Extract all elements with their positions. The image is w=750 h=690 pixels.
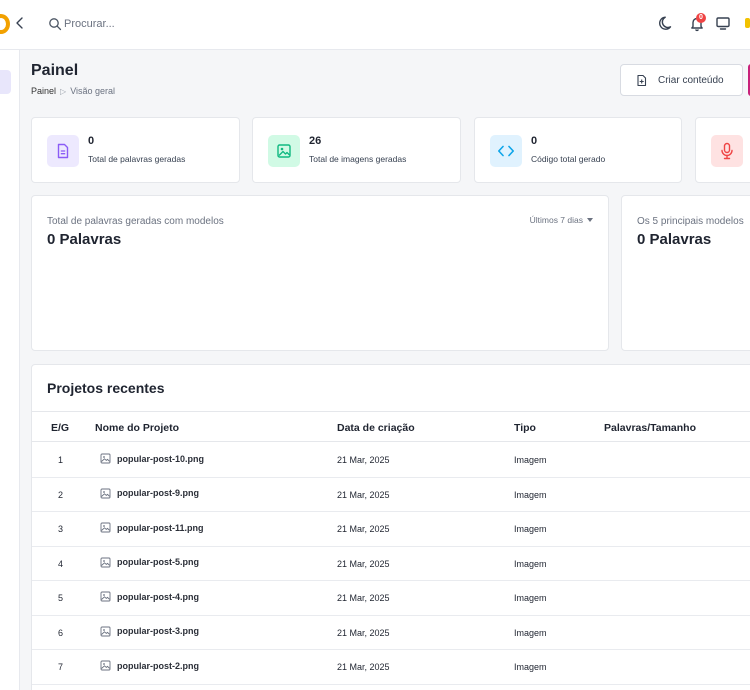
column-header-date: Data de criação xyxy=(337,422,415,434)
column-header-name: Nome do Projeto xyxy=(95,422,180,434)
panel-subtitle: Total de palavras geradas com modelos xyxy=(47,216,224,227)
project-name-label: popular-post-9.png xyxy=(117,488,199,498)
column-header-number: E/G xyxy=(51,422,70,434)
panel-value: 0 Palavras xyxy=(47,231,122,248)
breadcrumb-separator-icon: ▷ xyxy=(60,86,67,96)
recent-projects-table: Projetos recentes E/G Nome do Projeto Da… xyxy=(31,364,750,690)
notification-badge: 0 xyxy=(696,13,706,23)
logo-icon xyxy=(0,14,10,34)
image-icon xyxy=(100,660,111,671)
table-row[interactable]: 1 popular-post-10.png 21 Mar, 2025 Image… xyxy=(32,443,750,478)
row-number: 4 xyxy=(58,558,64,569)
created-date: 21 Mar, 2025 xyxy=(337,593,390,603)
column-header-type: Tipo xyxy=(514,422,536,434)
caret-down-icon xyxy=(587,218,593,222)
stat-card-speech xyxy=(695,117,750,183)
image-icon xyxy=(100,522,111,533)
top-bar: 0 xyxy=(0,0,750,50)
project-name-label: popular-post-4.png xyxy=(117,591,199,602)
row-number: 1 xyxy=(58,455,64,465)
created-date: 21 Mar, 2025 xyxy=(337,662,390,672)
created-date: 21 Mar, 2025 xyxy=(337,627,390,638)
created-date: 21 Mar, 2025 xyxy=(337,558,390,569)
create-content-button[interactable]: Criar conteúdo xyxy=(620,64,743,96)
project-type: Imagem xyxy=(514,489,547,500)
row-number: 6 xyxy=(58,627,64,638)
date-range-select[interactable]: Últimos 7 dias xyxy=(530,215,593,225)
code-icon xyxy=(490,135,522,167)
stat-card-words: 0 Total de palavras geradas xyxy=(31,117,240,183)
table-row[interactable]: 6 popular-post-3.png 21 Mar, 2025 Imagem xyxy=(32,616,750,650)
panel-value: 0 Palavras xyxy=(637,231,712,248)
image-icon xyxy=(268,135,300,167)
project-name-label: popular-post-5.png xyxy=(117,557,199,567)
stat-value: 26 xyxy=(309,135,322,147)
image-icon xyxy=(100,453,111,464)
project-name[interactable]: popular-post-9.png xyxy=(100,488,199,499)
stat-card-code: 0 Código total gerado xyxy=(474,117,682,183)
table-row[interactable]: 3 popular-post-11.png 21 Mar, 2025 Image… xyxy=(32,512,750,547)
stat-value: 0 xyxy=(88,135,95,147)
monitor-icon[interactable] xyxy=(714,14,732,32)
project-name[interactable]: popular-post-11.png xyxy=(100,522,204,533)
microphone-icon xyxy=(711,135,743,167)
created-date: 21 Mar, 2025 xyxy=(337,455,390,465)
table-row[interactable]: 7 popular-post-2.png 21 Mar, 2025 Imagem xyxy=(32,650,750,685)
chevron-left-icon[interactable] xyxy=(14,16,26,30)
table-row[interactable]: 4 popular-post-5.png 21 Mar, 2025 Imagem xyxy=(32,547,750,581)
row-number: 5 xyxy=(58,593,64,603)
project-type: Imagem xyxy=(514,558,547,569)
project-type: Imagem xyxy=(514,662,547,672)
sidebar xyxy=(0,50,20,690)
project-type: Imagem xyxy=(514,627,547,638)
stat-label: Total de imagens geradas xyxy=(309,154,407,164)
panel-subtitle: Os 5 principais modelos xyxy=(637,216,744,227)
project-type: Imagem xyxy=(514,455,547,465)
project-type: Imagem xyxy=(514,524,547,534)
stat-label: Total de palavras geradas xyxy=(88,154,186,164)
moon-icon[interactable] xyxy=(658,14,676,32)
row-number: 7 xyxy=(58,662,64,672)
created-date: 21 Mar, 2025 xyxy=(337,489,390,500)
row-number: 2 xyxy=(58,489,64,500)
search-input[interactable] xyxy=(64,12,304,36)
search-icon xyxy=(49,18,62,31)
project-name-label: popular-post-11.png xyxy=(117,522,204,533)
project-type: Imagem xyxy=(514,593,547,603)
words-chart-panel: Total de palavras geradas com modelos 0 … xyxy=(31,195,609,351)
file-plus-icon xyxy=(637,74,647,86)
profile-icon[interactable] xyxy=(745,18,750,28)
stat-card-images: 26 Total de imagens geradas xyxy=(252,117,461,183)
breadcrumb: Painel ▷ Visão geral xyxy=(31,86,115,96)
table-row[interactable]: 5 popular-post-4.png 21 Mar, 2025 Imagem xyxy=(32,581,750,616)
image-icon xyxy=(100,557,111,567)
sidebar-item-dashboard[interactable] xyxy=(0,70,11,94)
page-title: Painel xyxy=(31,62,79,79)
stat-value: 0 xyxy=(531,135,538,147)
breadcrumb-item-current: Visão geral xyxy=(70,86,116,96)
project-name[interactable]: popular-post-2.png xyxy=(100,660,199,671)
project-name[interactable]: popular-post-10.png xyxy=(100,453,204,464)
table-row[interactable]: 2 popular-post-9.png 21 Mar, 2025 Imagem xyxy=(32,478,750,512)
project-name[interactable]: popular-post-4.png xyxy=(100,591,199,602)
breadcrumb-item-home[interactable]: Painel xyxy=(31,86,56,96)
top-models-panel: Os 5 principais modelos 0 Palavras xyxy=(621,195,750,351)
project-name[interactable]: popular-post-3.png xyxy=(100,626,199,637)
created-date: 21 Mar, 2025 xyxy=(337,524,390,534)
project-name[interactable]: popular-post-5.png xyxy=(100,557,199,568)
image-icon xyxy=(100,488,111,498)
section-title: Projetos recentes xyxy=(47,380,165,396)
document-icon xyxy=(47,135,79,167)
project-name-label: popular-post-2.png xyxy=(117,660,199,671)
image-icon xyxy=(100,626,111,636)
project-name-label: popular-post-3.png xyxy=(117,626,199,636)
create-content-label: Criar conteúdo xyxy=(658,74,724,86)
stat-label: Código total gerado xyxy=(531,154,606,164)
image-icon xyxy=(100,591,111,602)
project-name-label: popular-post-10.png xyxy=(117,453,204,464)
row-number: 3 xyxy=(58,524,64,534)
column-header-size: Palavras/Tamanho xyxy=(604,422,697,434)
table-header: E/G Nome do Projeto Data de criação Tipo… xyxy=(32,411,750,442)
date-range-label: Últimos 7 dias xyxy=(529,215,583,225)
